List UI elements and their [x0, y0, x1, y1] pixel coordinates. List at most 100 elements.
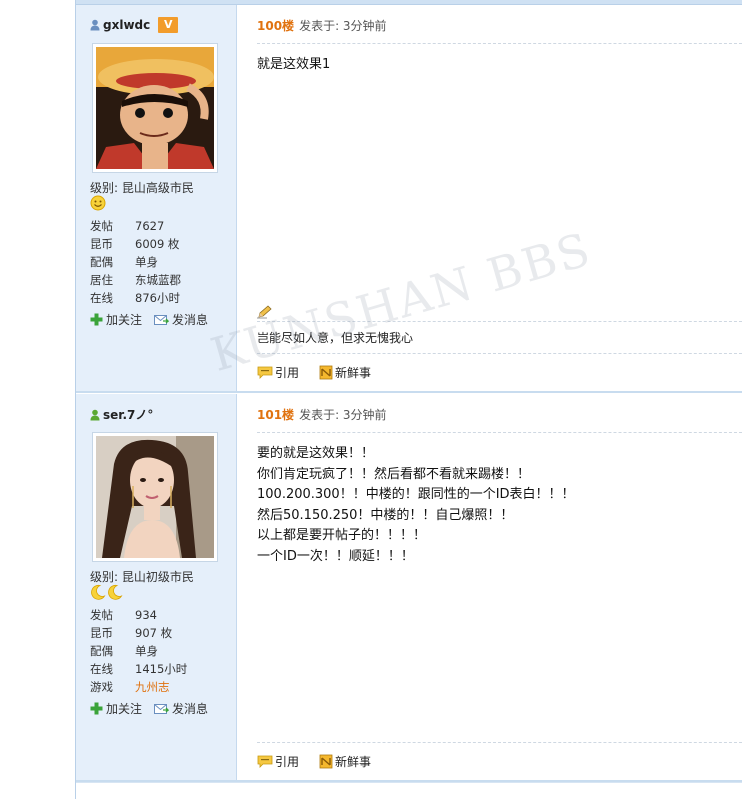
stat-label: 发帖: [90, 219, 113, 233]
fresh-button[interactable]: 新鲜事: [319, 364, 371, 381]
moon-icon: [108, 584, 123, 600]
smiley-icon: [90, 195, 106, 211]
quote-icon: [257, 755, 273, 768]
message-icon: [154, 314, 170, 325]
moon-icon: [91, 584, 106, 600]
username-row: gxlwdc V: [90, 17, 179, 33]
post-time: 发表于: 3分钟前: [299, 19, 387, 33]
stat-value: 934: [135, 608, 157, 622]
user-icon: [90, 409, 100, 420]
post-text-line: 一个ID一次！！顺延！！！: [257, 548, 414, 564]
user-icon: [90, 19, 100, 31]
post-text-line: 以上都是要开帖子的！！！！: [257, 528, 427, 544]
stat-row: 昆币 6009 枚: [90, 235, 230, 253]
user-sidebar: ser.7ノ° 级别: 昆山初级市民 发帖 934 昆币 907 枚 配偶 单身…: [76, 394, 237, 780]
stat-row: 发帖 7627: [90, 217, 230, 235]
avatar-image: [96, 47, 214, 169]
follow-button[interactable]: 加关注: [90, 700, 142, 717]
user-stats: 发帖 7627 昆币 6009 枚 配偶 单身 居住 东城蓝郡 在线 876小时: [90, 217, 230, 307]
stat-value: 876小时: [135, 291, 180, 305]
stat-value: 6009 枚: [135, 237, 180, 251]
post-text-line: 就是这效果1: [257, 57, 331, 72]
post-text-line: 100.200.300！！中楼的！跟同性的一个ID表白！！！: [257, 487, 575, 503]
avatar[interactable]: [92, 432, 218, 562]
signature-divider: [257, 321, 742, 322]
stat-label: 配偶: [90, 255, 113, 269]
level-icons: [90, 584, 123, 600]
bottom-area: [76, 782, 742, 800]
user-level: 级别: 昆山初级市民: [90, 570, 194, 584]
user-actions: 加关注 发消息: [90, 700, 208, 717]
post-time: 发表于: 3分钟前: [299, 408, 387, 422]
user-stats: 发帖 934 昆币 907 枚 配偶 单身 在线 1415小时 游戏 九州志: [90, 606, 230, 696]
floor-number[interactable]: 101楼: [257, 408, 294, 422]
post-body: 要的就是这效果！！ 你们肯定玩疯了！！然后看都不看就来踢楼！！ 100.200.…: [257, 444, 575, 568]
username[interactable]: ser.7ノ°: [103, 406, 153, 423]
quote-button[interactable]: 引用: [257, 753, 299, 770]
stat-value: 1415小时: [135, 662, 188, 676]
username-row: ser.7ノ°: [90, 406, 153, 423]
quote-button[interactable]: 引用: [257, 364, 299, 381]
stat-value: 907 枚: [135, 626, 173, 640]
stat-label: 游戏: [90, 680, 113, 694]
divider: [257, 353, 742, 354]
signature: 岂能尽如人意，但求无愧我心: [257, 331, 414, 345]
send-message-button[interactable]: 发消息: [154, 311, 208, 328]
post-actions: 引用 新鲜事: [257, 364, 371, 381]
stat-row: 昆币 907 枚: [90, 624, 230, 642]
fresh-label: 新鲜事: [335, 755, 372, 769]
fresh-icon: [319, 365, 333, 380]
send-message-button[interactable]: 发消息: [154, 700, 208, 717]
divider: [257, 432, 742, 433]
post-content: 101楼 发表于: 3分钟前 要的就是这效果！！ 你们肯定玩疯了！！然后看都不看就…: [237, 394, 742, 780]
stat-row: 配偶 单身: [90, 253, 230, 271]
stat-label: 昆币: [90, 626, 113, 640]
user-actions: 加关注 发消息: [90, 311, 208, 328]
pencil-icon: [257, 305, 272, 319]
floor-number[interactable]: 100楼: [257, 19, 294, 33]
stat-row: 在线 1415小时: [90, 660, 230, 678]
fresh-button[interactable]: 新鲜事: [319, 753, 371, 770]
level-icons: [90, 195, 106, 211]
stat-label: 发帖: [90, 608, 113, 622]
stat-row: 发帖 934: [90, 606, 230, 624]
divider: [257, 43, 742, 44]
user-sidebar: gxlwdc V 级别: 昆山高级市民 发帖 7627 昆币 6009 枚 配偶…: [76, 5, 237, 391]
post-content: 100楼 发表于: 3分钟前 就是这效果1 岂能尽如人意，但求无愧我心 引用 新鲜…: [237, 5, 742, 391]
post-body: 就是这效果1: [257, 55, 330, 76]
post-header: 100楼 发表于: 3分钟前: [257, 17, 387, 34]
forum-post: ser.7ノ° 级别: 昆山初级市民 发帖 934 昆币 907 枚 配偶 单身…: [76, 394, 742, 780]
stat-row: 在线 876小时: [90, 289, 230, 307]
stat-label: 居住: [90, 273, 113, 287]
post-text-line: 然后50.150.250！中楼的！！自己爆照！！: [257, 507, 514, 523]
message-label: 发消息: [172, 702, 209, 716]
stat-label: 在线: [90, 662, 113, 676]
quote-label: 引用: [275, 366, 300, 380]
post-text-line: 要的就是这效果！！: [257, 446, 375, 461]
stat-label: 昆币: [90, 237, 113, 251]
user-level: 级别: 昆山高级市民: [90, 181, 194, 195]
quote-label: 引用: [275, 755, 300, 769]
post-text-line: 你们肯定玩疯了！！然后看都不看就来踢楼！！: [257, 466, 531, 482]
stat-row: 居住 东城蓝郡: [90, 271, 230, 289]
message-icon: [154, 703, 170, 714]
plus-icon: [90, 702, 103, 715]
post-actions: 引用 新鲜事: [257, 753, 371, 770]
username[interactable]: gxlwdc: [103, 18, 150, 32]
stat-value: 单身: [135, 644, 158, 658]
stat-value: 7627: [135, 219, 165, 233]
follow-label: 加关注: [106, 313, 143, 327]
divider: [257, 742, 742, 743]
stat-label: 配偶: [90, 644, 113, 658]
stat-value: 东城蓝郡: [135, 273, 181, 287]
post-separator: [76, 391, 742, 393]
vip-badge: V: [158, 17, 179, 33]
game-link[interactable]: 九州志: [135, 678, 170, 696]
fresh-icon: [319, 754, 333, 769]
avatar-image: [96, 436, 214, 558]
stat-row: 游戏 九州志: [90, 678, 230, 696]
avatar[interactable]: [92, 43, 218, 173]
stat-value: 单身: [135, 255, 158, 269]
message-label: 发消息: [172, 313, 209, 327]
follow-button[interactable]: 加关注: [90, 311, 142, 328]
